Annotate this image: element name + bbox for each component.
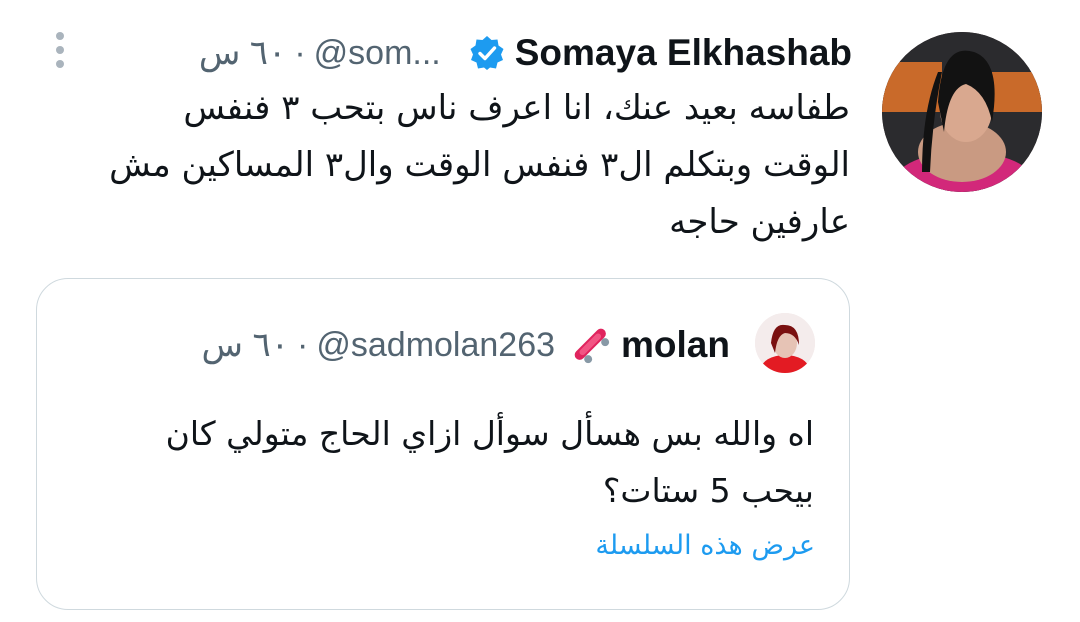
author-handle[interactable]: @som... [314, 34, 441, 73]
user-avatar[interactable] [882, 32, 1042, 192]
tweet-header: Somaya Elkhashab @som... · ٦٠ س [199, 28, 852, 78]
quoted-avatar-photo [755, 313, 815, 373]
separator-dot: · [297, 325, 309, 364]
quoted-tweet-text: اه والله بس هسأل سوأل ازاي الحاج متولي ك… [165, 414, 814, 510]
show-thread-link[interactable]: عرض هذه السلسلة [595, 530, 815, 561]
more-vertical-icon[interactable] [48, 30, 72, 70]
skateboard-icon [574, 328, 610, 364]
quoted-time[interactable]: ٦٠ س [202, 325, 289, 365]
quoted-header: molan @sadmolan263 · ٦٠ س [202, 318, 730, 372]
tweet-text: طفاسه بعيد عنك، انا اعرف ناس بتحب ٣ فنفس… [109, 88, 850, 242]
quoted-author-name[interactable]: molan [621, 324, 730, 366]
avatar-photo [882, 32, 1042, 192]
quoted-avatar[interactable] [755, 313, 815, 373]
verified-badge-icon [470, 36, 504, 70]
author-name[interactable]: Somaya Elkhashab [515, 32, 852, 74]
tweet-time[interactable]: ٦٠ س [199, 33, 286, 73]
quoted-handle[interactable]: @sadmolan263 [316, 326, 555, 365]
separator-dot: · [294, 33, 306, 72]
